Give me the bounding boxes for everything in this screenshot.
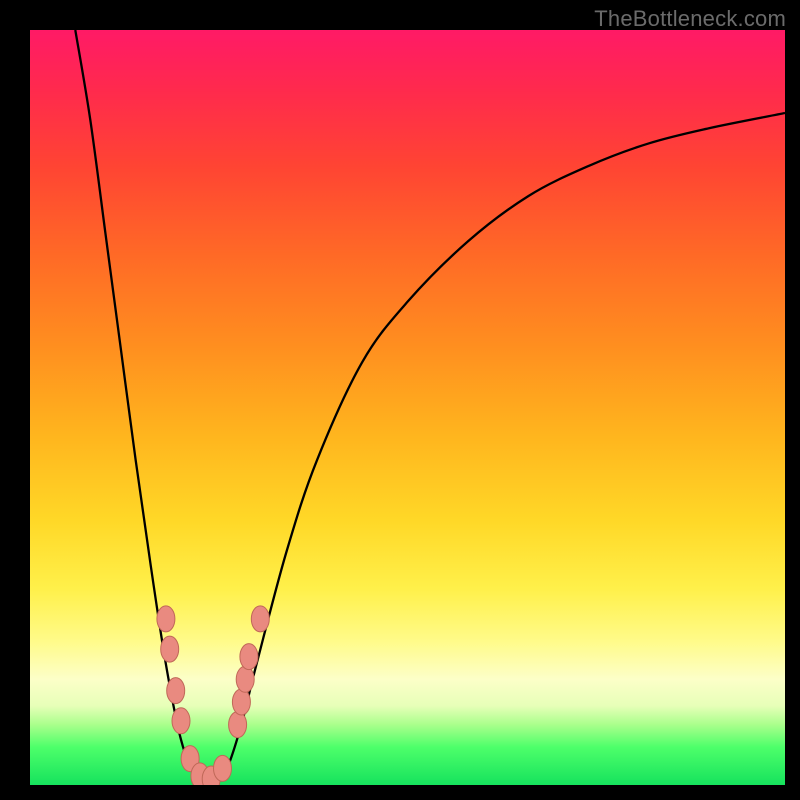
curve-marker <box>236 666 254 692</box>
curve-marker <box>251 606 269 632</box>
curve-marker <box>191 763 209 785</box>
curve-marker <box>167 678 185 704</box>
bottleneck-curve-path <box>75 30 785 785</box>
bottleneck-curve-svg <box>30 30 785 785</box>
curve-marker <box>232 689 250 715</box>
curve-marker <box>240 644 258 670</box>
curve-marker <box>172 708 190 734</box>
curve-marker <box>181 746 199 772</box>
curve-marker <box>157 606 175 632</box>
curve-marker <box>202 766 220 785</box>
chart-frame: TheBottleneck.com <box>0 0 800 800</box>
curve-marker <box>229 712 247 738</box>
watermark-text: TheBottleneck.com <box>594 6 786 32</box>
plot-area <box>30 30 785 785</box>
curve-marker <box>161 636 179 662</box>
marker-group <box>157 606 269 785</box>
curve-marker <box>214 755 232 781</box>
